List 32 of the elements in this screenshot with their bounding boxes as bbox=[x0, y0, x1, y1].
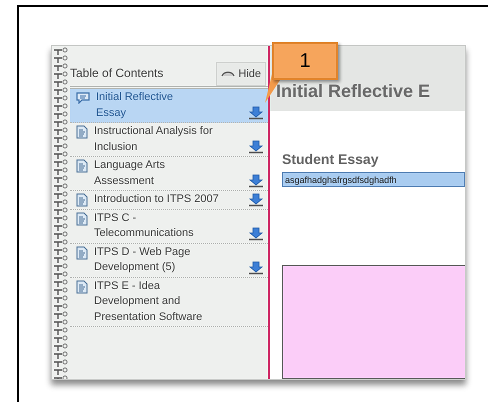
download-icon[interactable] bbox=[248, 140, 264, 154]
hide-button[interactable]: Hide bbox=[216, 62, 266, 86]
download-icon[interactable] bbox=[248, 260, 264, 274]
toc-item[interactable]: Introduction to ITPS 2007 bbox=[70, 191, 268, 210]
section-title: Student Essay bbox=[282, 150, 380, 169]
document-icon bbox=[76, 125, 88, 139]
document-icon bbox=[76, 246, 88, 260]
document-icon bbox=[76, 193, 88, 207]
toc-item[interactable]: ITPS C - Telecommunications bbox=[70, 210, 268, 244]
toc-item-label: Introduction to ITPS 2007 bbox=[94, 192, 220, 207]
toc-item[interactable]: Initial Reflective Essay bbox=[70, 89, 268, 123]
document-icon bbox=[76, 280, 88, 294]
toc-title: Table of Contents bbox=[70, 65, 164, 82]
callout-badge: 1 bbox=[272, 42, 338, 80]
download-icon[interactable] bbox=[248, 226, 264, 240]
toc-item[interactable]: Instructional Analysis for Inclusion bbox=[70, 123, 268, 157]
toc-item[interactable]: Language Arts Assessment bbox=[70, 157, 268, 191]
toc-item-label: ITPS D - Web Page Development (5) bbox=[94, 244, 192, 275]
toc-item-label: ITPS C - Telecommunications bbox=[94, 210, 195, 241]
download-icon[interactable] bbox=[248, 174, 264, 188]
page-heading: Initial Reflective E bbox=[276, 80, 430, 103]
speech-bubble-icon bbox=[76, 92, 90, 104]
toc-item-label: Language Arts Assessment bbox=[94, 158, 166, 188]
toc-item-label: ITPS E - Idea Development and Presentation Software bbox=[94, 278, 204, 324]
document-icon bbox=[76, 159, 88, 173]
toc-item-label: Initial Reflective Essay bbox=[96, 90, 174, 120]
toc-item-label: Instructional Analysis for Inclusion bbox=[94, 124, 214, 154]
toc-item[interactable]: ITPS D - Web Page Development (5) bbox=[70, 244, 268, 278]
download-icon[interactable] bbox=[248, 192, 264, 206]
document-icon bbox=[76, 212, 88, 226]
download-icon[interactable] bbox=[248, 106, 264, 120]
essay-field[interactable]: asgafhadghafrgsdfsdghadfh bbox=[282, 172, 465, 187]
